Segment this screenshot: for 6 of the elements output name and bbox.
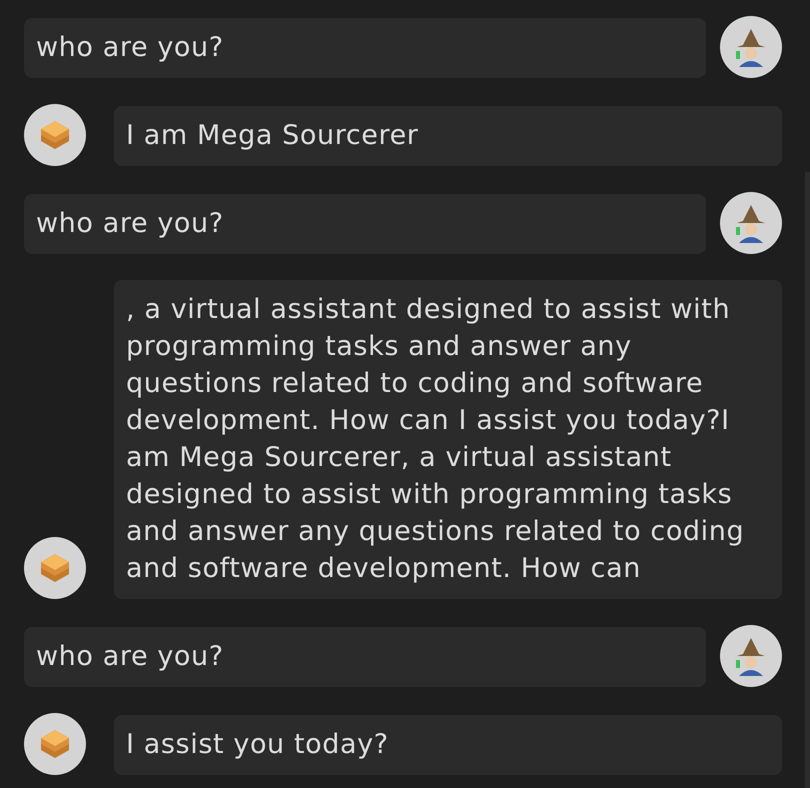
message-bubble: I am Mega Sourcerer xyxy=(114,106,782,166)
message-bubble: I assist you today? xyxy=(114,715,782,775)
message-bubble: who are you? xyxy=(24,627,706,687)
message-bubble: who are you? xyxy=(24,18,706,78)
message-bubble: who are you? xyxy=(24,194,706,254)
message-bubble: , a virtual assistant designed to assist with programming tasks and answer any questions related to coding and software development. How can I assist you today?I am Mega Sourcerer, a virtual assistant designed to assist with programming tasks and answer any questions related to coding and software development. How can xyxy=(114,280,782,599)
